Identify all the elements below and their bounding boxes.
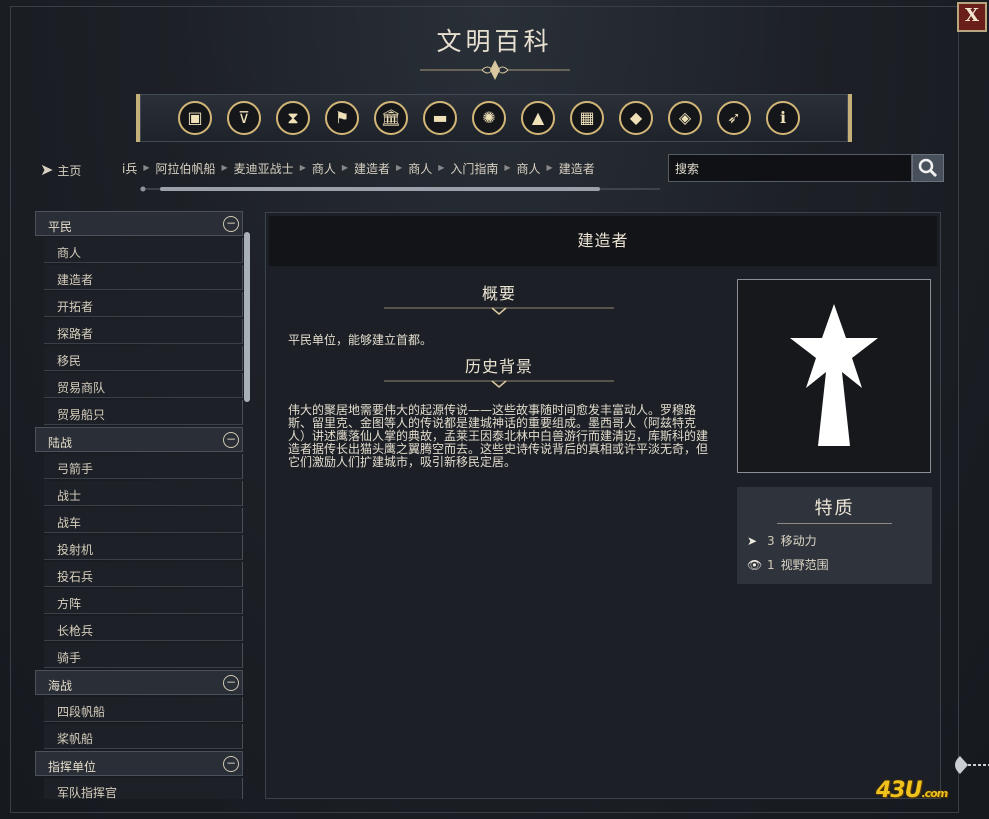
collapse-icon[interactable]: − (223, 432, 239, 448)
book-icon[interactable]: ▬ (423, 101, 457, 135)
sidebar-item[interactable]: 骑手 (44, 643, 243, 668)
sidebar-scrollbar[interactable] (243, 214, 251, 799)
breadcrumb-item[interactable]: 入门指南 (450, 160, 498, 177)
breadcrumb-separator-icon: ▶ (504, 163, 511, 172)
builder-unit-icon (790, 304, 878, 446)
section-title: 指挥单位 (48, 760, 97, 774)
sidebar-item[interactable]: 战士 (44, 481, 243, 506)
breadcrumb-scrollbar[interactable] (140, 186, 660, 192)
sidebar-section-header[interactable]: 指挥单位 − (35, 751, 243, 776)
section-title: 平民 (48, 220, 73, 234)
breadcrumb-separator-icon: ▶ (438, 163, 445, 172)
sidebar-item[interactable]: 军队指挥官 (44, 778, 243, 799)
breadcrumb-item[interactable]: 建造者 (354, 160, 390, 177)
page-title: 文明百科 (436, 27, 553, 56)
sidebar-item[interactable]: 投射机 (44, 535, 243, 560)
summary-text: 平民单位，能够建立首都。 (288, 333, 433, 347)
arrow-icon: ➤ (747, 534, 758, 548)
search-icon (918, 158, 938, 178)
split-diamond-icon[interactable]: ◈ (668, 101, 702, 135)
sidebar-section-header[interactable]: 平民 − (35, 211, 243, 236)
hourglass-icon[interactable]: ⧗ (276, 101, 310, 135)
trait-sight: 👁 1 视野范围 (747, 558, 829, 572)
breadcrumb-item[interactable]: 商人 (312, 160, 336, 177)
crate-icon[interactable]: ▣ (178, 101, 212, 135)
category-bar: ▣ ⊽ ⧗ ⚑ 🏛 ▬ ✺ ▲ ▦ ◆ ◈ ➶ ℹ (136, 94, 852, 142)
history-heading: 历史背景 (464, 357, 533, 376)
bird-icon[interactable]: ➶ (717, 101, 751, 135)
title-ornament (420, 60, 570, 80)
traits-title: 特质 (814, 498, 855, 519)
sidebar-item[interactable]: 四段帆船 (44, 697, 243, 722)
collapse-icon[interactable]: − (223, 216, 239, 232)
collapse-icon[interactable]: − (223, 756, 239, 772)
section-title: 海战 (48, 679, 73, 693)
breadcrumb-separator-icon: ▶ (341, 163, 349, 172)
back-arrow-icon: ➤ (40, 160, 54, 179)
scrollbar-thumb[interactable] (244, 232, 250, 402)
sidebar-item[interactable]: 贸易船只 (44, 400, 243, 425)
flag-icon[interactable]: ⚑ (325, 101, 359, 135)
sidebar-item[interactable]: 方阵 (44, 589, 243, 614)
traits-panel: 特质 ➤ 3 移动力 👁 1 视野范围 (737, 487, 932, 584)
breadcrumb-item[interactable]: 商人 (408, 160, 432, 177)
sidebar-item[interactable]: 战车 (44, 508, 243, 533)
mountain-icon[interactable]: ▲ (521, 101, 555, 135)
sidebar-item[interactable]: 长枪兵 (44, 616, 243, 641)
search-input[interactable]: 搜索 (668, 154, 912, 182)
chalice-icon[interactable]: ⊽ (227, 101, 261, 135)
sidebar-item[interactable]: 桨帆船 (44, 724, 243, 749)
section-title: 陆战 (48, 436, 73, 450)
sidebar-section-header[interactable]: 陆战 − (35, 427, 243, 452)
eye-icon: 👁 (747, 558, 763, 572)
info-icon[interactable]: ℹ (766, 101, 800, 135)
collapse-icon[interactable]: − (223, 675, 239, 691)
breadcrumb-item[interactable]: i兵 (122, 160, 137, 177)
sidebar-item[interactable]: 探路者 (44, 319, 243, 344)
city-icon[interactable]: ▦ (570, 101, 604, 135)
history-divider (384, 380, 614, 388)
sidebar: 平民 − 商人 建造者 开拓者 探路者 移民 贸易商队 贸易船只陆战 − 弓箭手 战士 战车 投射机 投石兵… (35, 211, 243, 799)
sidebar-item[interactable]: 商人 (44, 238, 243, 263)
trait-movement: ➤ 3 移动力 (747, 534, 817, 548)
home-link[interactable]: ➤ 主页 (40, 160, 81, 179)
sidebar-item[interactable]: 建造者 (44, 265, 243, 290)
sidebar-item[interactable]: 投石兵 (44, 562, 243, 587)
home-label: 主页 (57, 164, 82, 178)
diamond-arrow-icon[interactable]: ◆ (619, 101, 653, 135)
side-panel-handle[interactable] (948, 752, 989, 778)
search-button[interactable] (912, 154, 944, 182)
breadcrumb: i兵 ▶ 阿拉伯帆船 ▶ 麦迪亚战士 ▶ 商人 ▶ 建造者 ▶ 商人 ▶ 入门指南 ▶ 商人 ▶ 建造者 (122, 160, 595, 177)
breadcrumb-separator-icon: ▶ (396, 163, 403, 172)
watermark-logo: 43U.com (876, 778, 948, 803)
sidebar-section-header[interactable]: 海战 − (35, 670, 243, 695)
article-panel: 建造者 概要 平民单位，能够建立首都。 历史背景 伟大的聚居地需要伟大的起源传说… (265, 212, 941, 799)
summary-divider (384, 307, 614, 315)
breadcrumb-item[interactable]: 麦迪亚战士 (234, 160, 294, 177)
breadcrumb-separator-icon: ▶ (299, 163, 306, 172)
history-text: 伟大的聚居地需要伟大的起源传说——这些故事随时间愈发丰富动人。罗穆路斯、留里克、… (288, 403, 709, 469)
breadcrumb-item[interactable]: 阿拉伯帆船 (156, 160, 216, 177)
museum-icon[interactable]: 🏛 (374, 101, 408, 135)
sidebar-item[interactable]: 开拓者 (44, 292, 243, 317)
breadcrumb-item[interactable]: 商人 (517, 160, 541, 177)
breadcrumb-separator-icon: ▶ (221, 163, 228, 172)
sidebar-item[interactable]: 贸易商队 (44, 373, 243, 398)
breadcrumb-separator-icon: ▶ (143, 163, 150, 172)
summary-heading: 概要 (481, 284, 516, 303)
traits-divider (777, 523, 892, 524)
breadcrumb-item[interactable]: 建造者 (559, 160, 595, 177)
atom-icon[interactable]: ✺ (472, 101, 506, 135)
article-title: 建造者 (269, 216, 937, 266)
sidebar-item[interactable]: 移民 (44, 346, 243, 371)
unit-portrait (737, 279, 931, 473)
breadcrumb-separator-icon: ▶ (546, 163, 553, 172)
sidebar-item[interactable]: 弓箭手 (44, 454, 243, 479)
